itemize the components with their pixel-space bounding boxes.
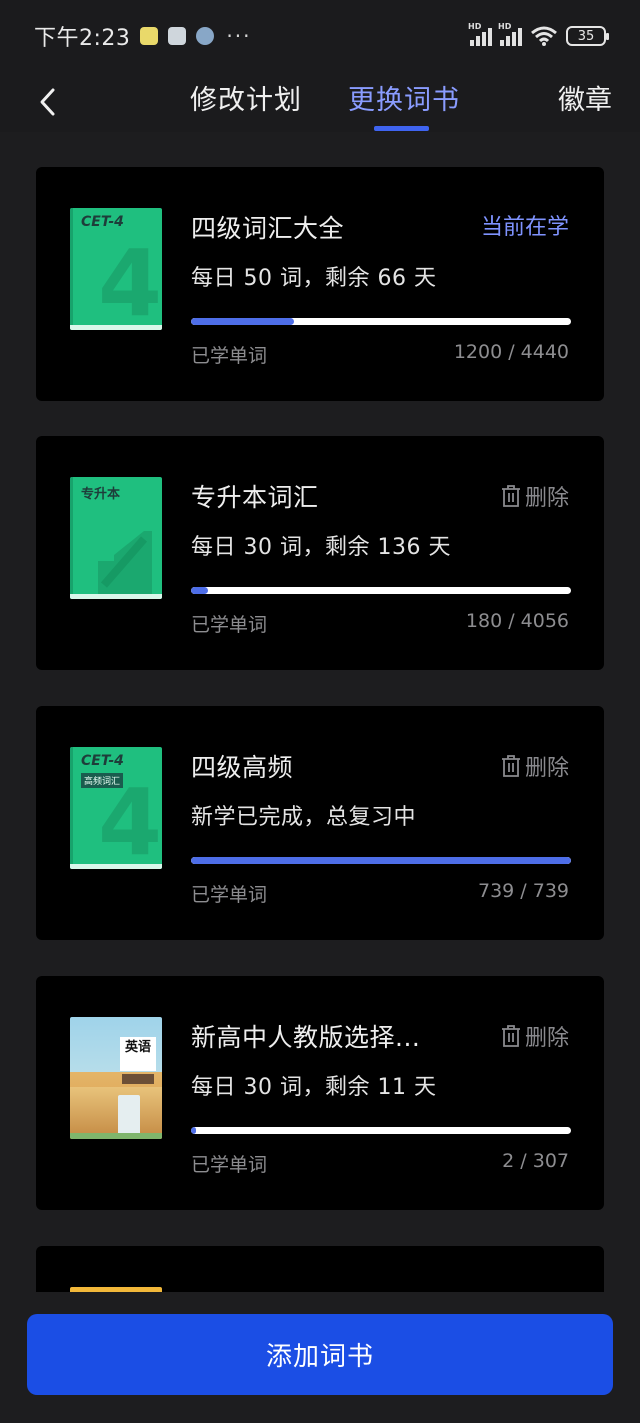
hd-label: HD [468,22,482,31]
cover-label: 专升本 [81,487,121,502]
delete-button[interactable]: 删除 [501,480,569,512]
book-title: 新高中人教版选择... [191,1023,421,1052]
book-card[interactable]: CET-4 4 四级词汇大全 当前在学 每日 50 词，剩余 66 天 已学单词… [36,167,604,401]
arrow-graphic-icon [98,531,152,595]
delete-label: 删除 [524,1026,569,1051]
cellular-signal-icon: HD [498,22,522,46]
book-plan: 每日 30 词，剩余 136 天 [191,535,451,560]
book-cover: 英语 [70,1017,162,1139]
nav-bar: 修改计划 更换词书 徽章 [0,72,640,132]
book-card[interactable] [36,1246,604,1292]
book-cover: CET-4 高频词汇 4 [70,747,162,869]
book-card[interactable]: CET-4 高频词汇 4 四级高频 删除 新学已完成，总复习中 已学单词 739… [36,706,604,940]
status-bar: 下午2:23 ··· HD HD 35 [0,0,640,72]
bottom-bar: 添加词书 [0,1292,640,1423]
learned-count: 739 / 739 [477,880,569,902]
tab-badges[interactable]: 徽章 [558,78,612,117]
status-indicators: HD HD 35 [468,22,609,47]
current-learning-badge: 当前在学 [480,215,569,240]
progress-fill [191,587,208,594]
book-cover: CET-4 4 [70,208,162,330]
cover-label: CET-4 [81,753,124,769]
book-plan: 每日 50 词，剩余 66 天 [191,266,437,291]
progress-fill [191,318,294,325]
cover-label: 英语 [124,1040,151,1055]
cover-number: 4 [98,230,162,330]
app-icon [196,27,215,45]
book-title: 四级高频 [191,753,294,782]
book-cover: 专升本 [70,477,162,599]
status-app-icons [140,27,215,45]
delete-label: 删除 [524,486,569,511]
cover-volume-tag [122,1074,154,1084]
battery-icon: 35 [566,26,609,46]
tab-modify-plan[interactable]: 修改计划 [190,78,302,117]
book-title: 四级词汇大全 [191,214,345,243]
cover-label: CET-4 [81,214,124,230]
cover-wall-graphic [70,1087,162,1139]
learned-label: 已学单词 [191,1154,268,1176]
notification-icon [140,27,159,45]
cover-title-box: 英语 [120,1037,156,1071]
delete-label: 删除 [524,756,569,781]
trash-icon [501,1025,520,1047]
book-plan: 每日 30 词，剩余 11 天 [191,1075,437,1100]
hd-label: HD [498,22,512,31]
wifi-icon [531,26,557,46]
add-book-button[interactable]: 添加词书 [27,1314,613,1395]
progress-fill [191,857,571,864]
cover-tower-graphic [118,1095,140,1135]
chevron-left-icon [40,88,55,116]
cellular-signal-icon: HD [468,22,492,46]
book-plan: 新学已完成，总复习中 [191,805,417,830]
learned-count: 2 / 307 [502,1150,569,1172]
book-list: CET-4 4 四级词汇大全 当前在学 每日 50 词，剩余 66 天 已学单词… [0,132,640,1292]
more-notifications-icon: ··· [226,24,252,48]
tab-change-book[interactable]: 更换词书 [348,78,460,117]
battery-level: 35 [577,28,595,44]
trash-icon [501,755,520,777]
learned-label: 已学单词 [191,614,268,636]
learned-label: 已学单词 [191,345,268,367]
progress-bar [191,1127,571,1134]
learned-label: 已学单词 [191,884,268,906]
progress-fill [191,1127,196,1134]
active-tab-indicator [374,126,429,131]
delete-button[interactable]: 删除 [501,750,569,782]
status-time: 下午2:23 [34,26,131,51]
progress-bar [191,857,571,864]
cover-number: 4 [98,769,162,869]
app-icon [168,27,187,45]
book-card[interactable]: 英语 新高中人教版选择... 删除 每日 30 词，剩余 11 天 已学单词 2… [36,976,604,1210]
learned-count: 180 / 4056 [465,610,569,632]
progress-bar [191,587,571,594]
trash-icon [501,485,520,507]
learned-count: 1200 / 4440 [453,341,569,363]
book-card[interactable]: 专升本 专升本词汇 删除 每日 30 词，剩余 136 天 已学单词 180 /… [36,436,604,670]
delete-button[interactable]: 删除 [501,1020,569,1052]
progress-bar [191,318,571,325]
book-title: 专升本词汇 [191,483,319,512]
back-button[interactable] [28,82,68,122]
